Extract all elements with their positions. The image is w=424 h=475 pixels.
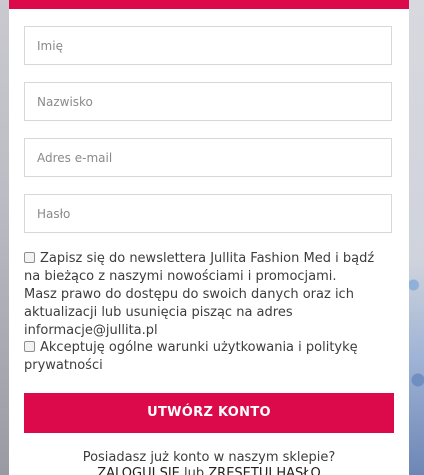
reset-password-link[interactable]: ZRESETUJ HASŁO: [208, 466, 321, 475]
backdrop-left: [0, 0, 9, 475]
register-modal: Zapisz się do newslettera Jullita Fashio…: [9, 0, 409, 475]
password-input[interactable]: [24, 194, 392, 233]
last-name-input[interactable]: [24, 82, 392, 121]
backdrop-right: [409, 0, 424, 475]
footer-separator: lub: [184, 466, 205, 475]
footer-links: ZALOGUJ SIĘ lub ZRESETUJ HASŁO: [9, 466, 409, 475]
newsletter-label: Zapisz się do newslettera Jullita Fashio…: [24, 251, 375, 284]
terms-consent: Akceptuję ogólne warunki użytkowania i p…: [24, 339, 394, 375]
email-input[interactable]: [24, 138, 392, 177]
create-account-button[interactable]: UTWÓRZ KONTO: [24, 393, 394, 433]
newsletter-checkbox[interactable]: [24, 252, 35, 263]
modal-top-accent-bar: [9, 0, 409, 9]
privacy-note: Masz prawo do dostępu do swoich danych o…: [24, 287, 354, 338]
login-question: Posiadasz już konto w naszym sklepie?: [82, 450, 336, 465]
login-link[interactable]: ZALOGUJ SIĘ: [97, 466, 180, 475]
terms-checkbox[interactable]: [24, 341, 35, 352]
terms-label: Akceptuję ogólne warunki użytkowania i p…: [24, 340, 358, 373]
first-name-input[interactable]: [24, 26, 392, 65]
newsletter-consent: Zapisz się do newslettera Jullita Fashio…: [24, 250, 394, 340]
